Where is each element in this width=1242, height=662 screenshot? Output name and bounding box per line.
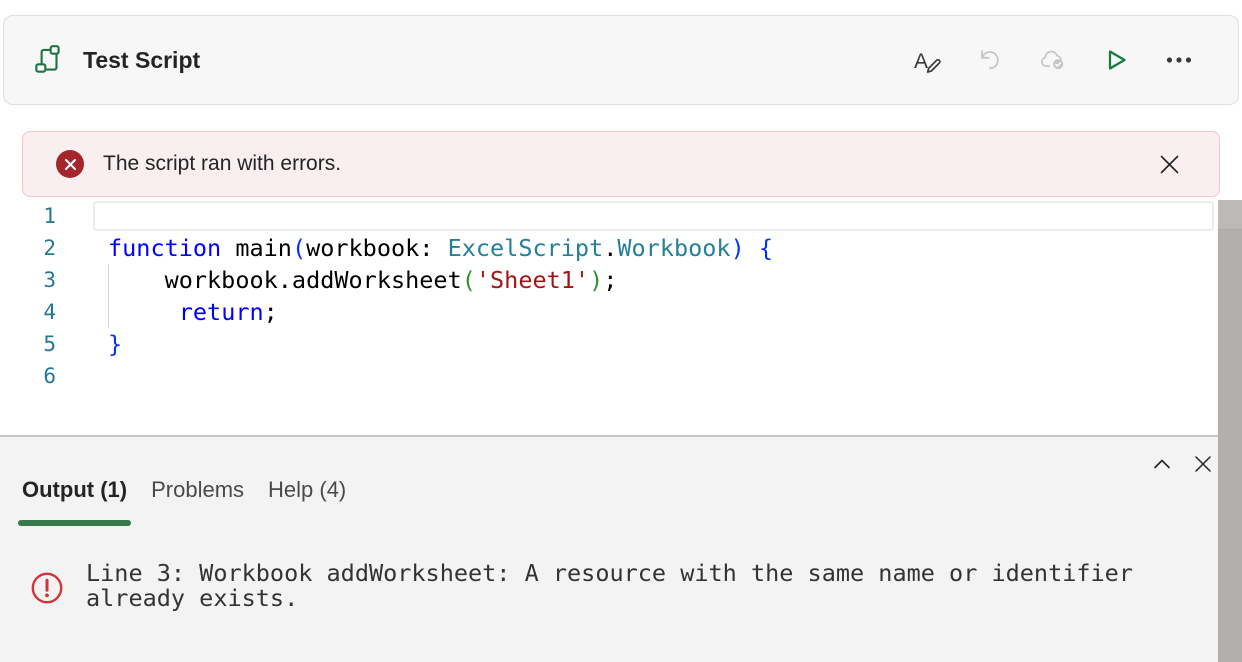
code-text: } xyxy=(108,328,122,360)
header-toolbar: A xyxy=(912,45,1194,75)
error-banner-close-button[interactable] xyxy=(1158,153,1181,176)
code-editor[interactable]: 12 function main(workbook: ExcelScript.Wo… xyxy=(0,200,1218,434)
more-options-button[interactable] xyxy=(1164,45,1194,75)
error-banner: The script ran with errors. xyxy=(22,131,1220,197)
output-message: Line 3: Workbook addWorksheet: A resourc… xyxy=(86,561,1166,610)
line-number: 5 xyxy=(0,328,56,360)
rename-icon: A xyxy=(914,50,928,73)
tab-output-1[interactable]: Output (1) xyxy=(22,477,127,503)
rename-button[interactable]: A xyxy=(912,45,942,75)
output-error-icon xyxy=(30,571,64,610)
script-header-card: Test Script A xyxy=(3,15,1239,105)
editor-lines: 12 function main(workbook: ExcelScript.Wo… xyxy=(0,200,1218,392)
code-text: function main(workbook: ExcelScript.Work… xyxy=(108,232,773,264)
panel-controls xyxy=(1151,453,1214,475)
run-button[interactable] xyxy=(1101,45,1131,75)
line-number: 4 xyxy=(0,296,56,328)
office-scripts-pane: Test Script A xyxy=(0,0,1242,662)
error-banner-message: The script ran with errors. xyxy=(103,152,341,176)
editor-line[interactable]: 1 xyxy=(0,200,1218,232)
line-number: 1 xyxy=(0,200,56,232)
script-title: Test Script xyxy=(83,47,200,74)
output-message-row: Line 3: Workbook addWorksheet: A resourc… xyxy=(30,561,1166,610)
error-badge-icon xyxy=(56,150,84,178)
run-icon xyxy=(1101,45,1131,75)
line-number: 2 xyxy=(0,232,56,264)
close-panel-button[interactable] xyxy=(1192,453,1214,475)
editor-line[interactable]: 2 function main(workbook: ExcelScript.Wor… xyxy=(0,232,1218,264)
close-icon xyxy=(1193,454,1213,474)
editor-line[interactable]: 3 workbook.addWorksheet('Sheet1'); xyxy=(0,264,1218,296)
code-text: return; xyxy=(108,296,278,328)
scrollbar-thumb[interactable] xyxy=(1218,200,1242,230)
saved-to-cloud-button[interactable] xyxy=(1038,45,1068,75)
code-text: workbook.addWorksheet('Sheet1'); xyxy=(108,264,617,296)
output-panel: Output (1) Problems Help (4) Line 3: Workb… xyxy=(0,435,1242,662)
tab-problems[interactable]: Problems xyxy=(151,477,244,503)
chevron-up-icon xyxy=(1151,453,1173,475)
editor-line[interactable]: 4 return; xyxy=(0,296,1218,328)
script-icon xyxy=(31,43,65,77)
line-number: 6 xyxy=(0,360,56,392)
undo-button[interactable] xyxy=(975,45,1005,75)
saved-to-cloud-icon xyxy=(1038,45,1068,75)
undo-icon xyxy=(975,45,1005,75)
editor-line[interactable]: 6 xyxy=(0,360,1218,392)
vertical-scrollbar[interactable] xyxy=(1218,200,1242,662)
current-line-highlight xyxy=(93,201,1214,231)
more-options-icon xyxy=(1164,45,1194,75)
close-icon xyxy=(1158,153,1181,176)
panel-tabs: Output (1) Problems Help (4) xyxy=(22,477,346,503)
editor-line[interactable]: 5} xyxy=(0,328,1218,360)
expand-panel-button[interactable] xyxy=(1151,453,1173,475)
line-number: 3 xyxy=(0,264,56,296)
tab-help-4[interactable]: Help (4) xyxy=(268,477,346,503)
